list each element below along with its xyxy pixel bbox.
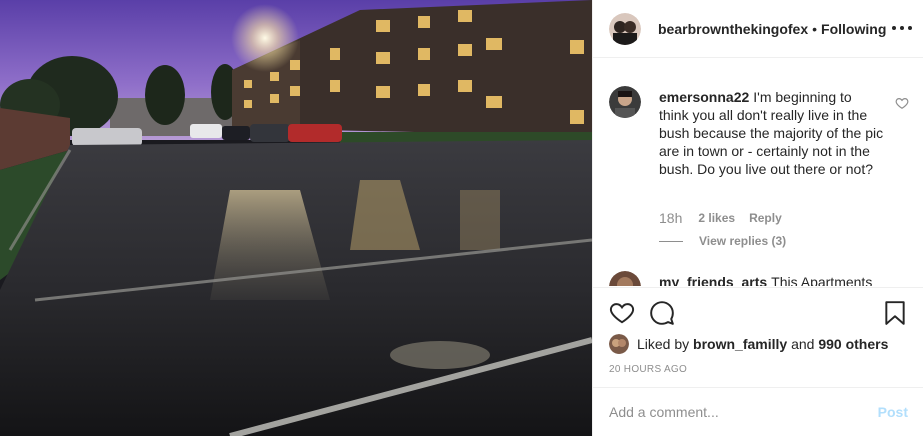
- commenter-username[interactable]: emersonna22: [659, 89, 749, 105]
- comment-time[interactable]: 18h: [659, 210, 682, 226]
- post-timestamp[interactable]: 20 HOURS AGO: [609, 364, 687, 375]
- following-button[interactable]: Following: [821, 21, 886, 37]
- liked-by-prefix: Liked by: [637, 336, 690, 352]
- liked-by-conjunction: and: [791, 336, 815, 352]
- parking-lot-night-image: [0, 0, 592, 436]
- post-photo[interactable]: [0, 0, 592, 436]
- more-options-icon[interactable]: [892, 18, 912, 38]
- author-avatar[interactable]: [609, 12, 641, 45]
- likes-others-count[interactable]: 990 others: [818, 336, 888, 352]
- heart-icon[interactable]: [609, 300, 635, 326]
- liker-username[interactable]: brown_familly: [693, 336, 787, 352]
- commenter-avatar[interactable]: [609, 86, 641, 118]
- commenter-username[interactable]: my_friends_arts: [659, 274, 767, 286]
- liked-by-summary: Liked by brown_familly and 990 others: [609, 334, 888, 354]
- post-header: bearbrownthekingofex • Following: [593, 0, 923, 58]
- comment-text: This Apartments: [771, 274, 873, 286]
- reply-button[interactable]: Reply: [749, 210, 782, 226]
- comment-icon[interactable]: [649, 300, 675, 326]
- comment-body: my_friends_arts This Apartments: [659, 273, 884, 286]
- replies-divider-line: [659, 240, 683, 242]
- comment-meta: 18h 2 likes Reply: [659, 210, 782, 226]
- post-side-panel: bearbrownthekingofex • Following emerson…: [592, 0, 923, 436]
- commenter-avatar[interactable]: [609, 271, 641, 286]
- comment-likes[interactable]: 2 likes: [698, 210, 735, 226]
- liker-avatar[interactable]: [609, 334, 629, 354]
- view-replies-label: View replies (3): [699, 234, 787, 248]
- post-actions-bar: [593, 287, 923, 337]
- bookmark-icon[interactable]: [882, 300, 908, 326]
- view-replies-button[interactable]: View replies (3): [659, 234, 786, 248]
- header-separator: •: [812, 20, 818, 37]
- add-comment-input[interactable]: [609, 404, 878, 420]
- comment-like-heart-icon[interactable]: [895, 96, 909, 110]
- post-comment-button[interactable]: Post: [878, 404, 908, 420]
- comment-body: emersonna22 I'm beginning to think you al…: [659, 88, 884, 178]
- add-comment-bar: Post: [593, 387, 923, 436]
- comments-list[interactable]: emersonna22 I'm beginning to think you al…: [593, 59, 923, 286]
- instagram-post: bearbrownthekingofex • Following emerson…: [0, 0, 923, 436]
- author-username[interactable]: bearbrownthekingofex: [658, 21, 808, 37]
